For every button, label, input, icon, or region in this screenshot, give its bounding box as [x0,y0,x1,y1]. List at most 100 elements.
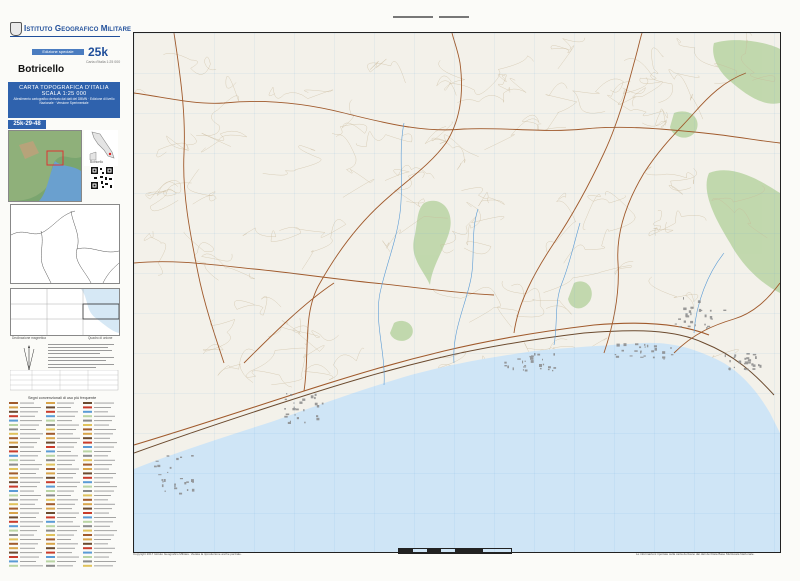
legend-symbol [46,560,55,563]
legend-symbol [46,472,55,475]
legend-text-line [94,459,115,461]
legend-symbol [83,424,92,426]
legend-text-line [20,481,40,483]
legend-text-line [57,429,76,430]
legend-symbol [9,476,18,479]
legend-symbol [46,525,55,528]
legend-text-line [57,481,80,483]
legend-text-line [20,424,39,426]
sheet-title: Botricello [18,64,65,75]
legend-symbol [9,503,18,506]
locator-label: Botricello [90,160,104,164]
qr-code[interactable] [90,166,114,190]
legend-symbol [83,547,92,550]
series-box: CARTA TOPOGRAFICA D'ITALIA SCALA 1:25 00… [8,82,120,118]
legend-symbol [83,529,92,532]
legend-symbol [9,560,18,563]
legend-text-line [94,433,113,435]
legend-symbol [83,468,92,470]
legend-symbol [83,437,92,440]
legend-text-line [20,530,37,532]
main-map[interactable] [133,32,781,553]
legend-text-line [94,512,109,514]
legend-symbol [46,551,55,554]
legend-text-line [94,508,112,510]
legend-text-line [20,552,42,554]
legend-symbol [83,428,92,431]
legend: Segni convenzionali di uso più frequente [8,396,120,572]
legend-text-line [20,490,34,492]
legend-symbol [46,441,55,444]
legend-text-line [20,415,35,417]
legend-symbol [9,468,18,470]
legend-text-line [20,539,41,540]
legend-symbol [46,424,55,426]
legend-symbol [83,542,92,545]
legend-symbol [83,446,92,448]
legend-text-line [94,556,109,558]
legend-symbols [9,402,117,567]
legend-symbol [9,490,18,492]
legend-symbol [9,494,18,497]
legend-symbol [46,564,55,567]
admin-boundaries-graphic [11,210,119,283]
legend-symbol [83,564,92,567]
legend-symbol [46,494,55,497]
legend-symbol [46,402,55,404]
legend-symbol [9,507,18,510]
legend-text-line [57,525,80,527]
legend-text-line [57,539,71,540]
top-margin-ticks [393,16,469,18]
legend-text-line [94,534,114,536]
declination-diagram [23,345,35,371]
legend-text-line [94,464,112,466]
edition-badge: Edizione speciale [32,49,84,55]
legend-text-line [94,446,114,448]
legend-symbol [46,406,55,409]
legend-text-line [20,468,39,470]
legend-text-line [94,543,108,545]
legend-symbol [83,520,92,523]
legend-text-line [94,415,115,417]
map-sheet: Istituto Geografico Militare Edizione sp… [0,0,800,581]
legend-text-line [20,455,38,457]
legend-symbol [9,472,18,475]
legend-text-line [20,525,40,527]
legend-text-line [57,451,71,452]
legend-symbol [83,516,92,519]
legend-symbol [46,415,55,418]
declination-caption: Declinazione magnetica [12,336,46,340]
legend-symbol [83,481,92,484]
legend-symbol [83,556,92,558]
coordinate-table [10,370,119,391]
legend-text-line [20,565,43,567]
legend-symbol [46,507,55,510]
series-logo: 25k [88,45,109,59]
legend-symbol [83,525,92,528]
legend-symbol [9,450,18,453]
legend-text-line [57,477,73,479]
legend-symbol [46,476,55,479]
legend-text-line [57,442,77,444]
legend-symbol [9,424,18,426]
legend-text-line [57,534,74,536]
credits-left: Copyright 2017 Istituto Geografico Milit… [133,552,242,556]
legend-symbol [83,485,92,488]
legend-text-line [94,451,111,452]
legend-symbol [46,459,55,462]
legend-symbol [9,432,18,435]
legend-text-line [57,402,74,404]
legend-text-line [20,543,38,545]
legend-text-line [94,411,108,413]
topographic-map[interactable] [134,33,780,552]
legend-symbol [83,432,92,435]
legend-text-line [20,402,34,404]
legend-symbol [46,468,55,470]
legend-symbol [83,454,92,457]
legend-symbol [9,446,18,448]
legend-text-line [20,512,39,514]
legend-symbol [46,446,55,448]
legend-text-line [20,437,40,439]
legend-symbol [46,503,55,506]
legend-text-line [20,451,41,452]
